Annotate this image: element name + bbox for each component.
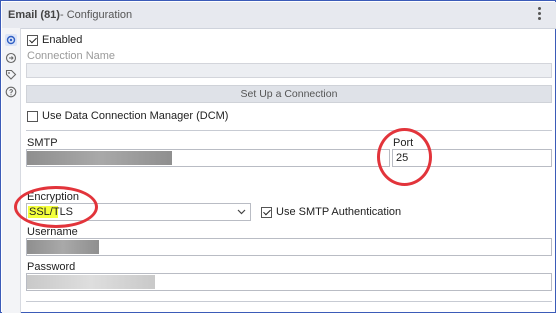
settings-icon[interactable] [5, 34, 17, 46]
divider [26, 130, 552, 131]
enabled-checkbox[interactable] [27, 35, 38, 46]
enabled-label: Enabled [42, 34, 83, 46]
configuration-window: Email (81) - Configuration Enabled Conne… [0, 0, 556, 313]
title-bar: Email (81) - Configuration [2, 2, 556, 29]
configuration-form: Enabled Connection Name Set Up a Connect… [14, 28, 554, 311]
tag-icon[interactable] [5, 69, 17, 81]
dcm-label: Use Data Connection Manager (DCM) [42, 110, 229, 122]
setup-connection-button[interactable]: Set Up a Connection [26, 85, 552, 103]
port-annotation-circle [377, 128, 432, 186]
tool-rail [2, 28, 21, 313]
more-options-icon[interactable] [538, 7, 542, 21]
redacted-value [27, 240, 99, 254]
output-icon[interactable] [5, 52, 17, 64]
dcm-checkbox[interactable] [27, 111, 38, 122]
password-label: Password [27, 261, 76, 273]
connection-name-input [26, 63, 552, 78]
window-subtitle: - Configuration [60, 9, 133, 21]
redacted-value [27, 275, 155, 289]
encryption-annotation-circle [14, 186, 98, 228]
redacted-value [27, 151, 172, 165]
smtp-auth-label: Use SMTP Authentication [276, 206, 402, 218]
username-label: Username [27, 226, 78, 238]
chevron-down-icon[interactable] [237, 209, 246, 215]
smtp-label: SMTP [27, 137, 58, 149]
connection-name-label: Connection Name [27, 50, 116, 62]
window-title: Email (81) [8, 9, 60, 21]
help-icon[interactable] [5, 86, 17, 98]
password-input[interactable] [26, 273, 552, 291]
divider [26, 301, 552, 302]
smtp-auth-checkbox[interactable] [261, 207, 272, 218]
smtp-input[interactable] [26, 149, 390, 167]
username-input[interactable] [26, 238, 552, 256]
